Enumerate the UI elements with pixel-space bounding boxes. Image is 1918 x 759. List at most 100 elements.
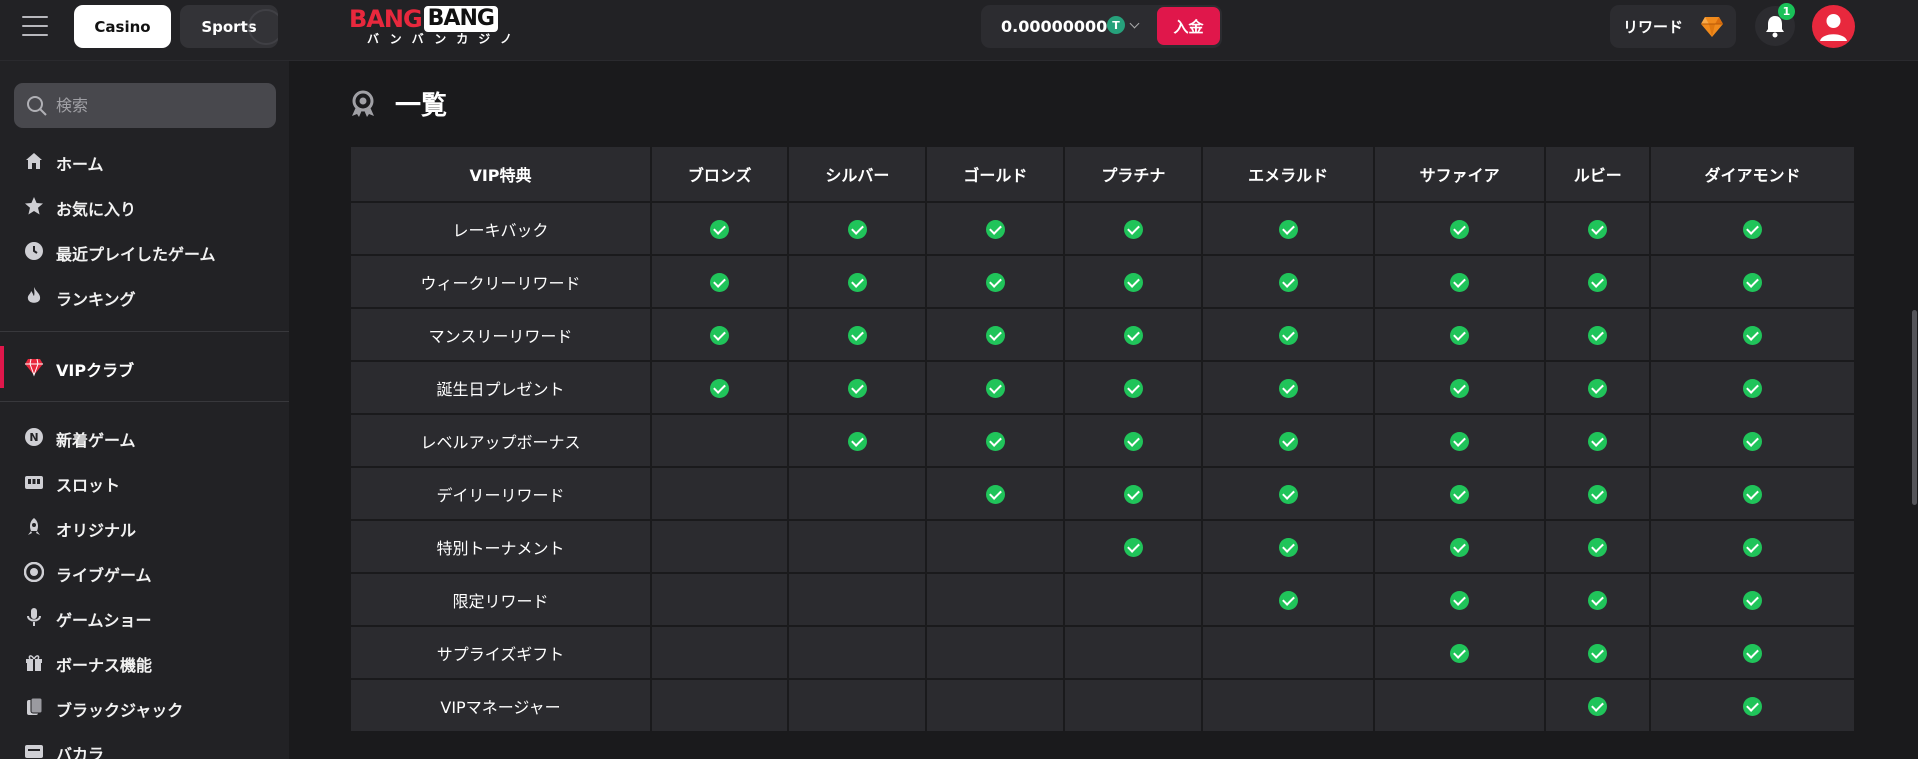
benefit-label: 限定リワード	[349, 572, 652, 627]
check-icon	[1742, 537, 1762, 557]
search-box[interactable]	[14, 83, 276, 128]
sidebar-item-baccarat[interactable]: バカラ	[0, 731, 289, 759]
tier-cell	[787, 572, 928, 627]
check-icon	[985, 272, 1005, 292]
sidebar-item-favorites[interactable]: お気に入り	[0, 186, 289, 226]
column-header-tier: ダイアモンド	[1648, 145, 1857, 203]
table-row: 限定リワード	[349, 572, 1857, 627]
tier-cell	[1201, 254, 1375, 309]
sidebar-item-blackjack[interactable]: ブラックジャック	[0, 687, 289, 727]
deposit-button[interactable]: 入金	[1157, 7, 1220, 45]
sidebar-item-slots[interactable]: スロット	[0, 462, 289, 502]
tier-cell	[787, 678, 928, 733]
sidebar-item-bonus-features[interactable]: ボーナス機能	[0, 642, 289, 682]
tier-cell	[1544, 307, 1651, 362]
column-header-tier: シルバー	[787, 145, 928, 203]
tier-cell	[1063, 678, 1204, 733]
scrollbar[interactable]	[1912, 310, 1917, 505]
logo[interactable]: BANG BANG バンバンカジノ	[349, 6, 530, 46]
check-icon	[1742, 643, 1762, 663]
tier-cell	[1372, 360, 1547, 415]
sidebar-item-vip-club[interactable]: VIPクラブ	[0, 347, 289, 387]
sidebar-item-originals[interactable]: オリジナル	[0, 507, 289, 547]
check-icon	[1742, 484, 1762, 504]
medal-icon	[352, 90, 374, 117]
tier-cell	[649, 254, 790, 309]
check-icon	[985, 484, 1005, 504]
tier-cell	[925, 413, 1066, 468]
check-icon	[847, 272, 867, 292]
sidebar-item-live-games[interactable]: ライブゲーム	[0, 552, 289, 592]
new-badge-icon: N	[25, 428, 43, 446]
sidebar-item-recent[interactable]: 最近プレイしたゲーム	[0, 231, 289, 271]
avatar[interactable]	[1812, 5, 1855, 48]
check-icon	[1278, 431, 1298, 451]
check-icon	[1450, 272, 1470, 292]
tier-cell	[1372, 254, 1547, 309]
tier-cell	[649, 201, 790, 256]
tier-cell	[925, 254, 1066, 309]
column-header-tier: プラチナ	[1063, 145, 1204, 203]
tab-casino[interactable]: Casino	[74, 5, 171, 48]
rocket-icon	[28, 518, 40, 535]
tier-cell	[1063, 201, 1204, 256]
benefit-label: マンスリーリワード	[349, 307, 652, 362]
tier-cell	[1648, 413, 1857, 468]
sidebar-item-label: VIPクラブ	[56, 361, 135, 380]
tier-cell	[1063, 254, 1204, 309]
table-row: ウィークリーリワード	[349, 254, 1857, 309]
sidebar-item-ranking[interactable]: ランキング	[0, 276, 289, 316]
logo-word-1: BANG	[349, 5, 423, 33]
check-icon	[1123, 272, 1143, 292]
tier-cell	[1648, 360, 1857, 415]
tier-cell	[925, 572, 1066, 627]
table-row: レーキバック	[349, 201, 1857, 256]
tier-cell	[1201, 519, 1375, 574]
check-icon	[1742, 325, 1762, 345]
check-icon	[1588, 431, 1608, 451]
reward-label: リワード	[1623, 18, 1684, 36]
tier-cell	[1648, 572, 1857, 627]
chip-icon	[24, 562, 44, 582]
tab-sports[interactable]: Sports	[180, 5, 278, 48]
sidebar-item-label: ホーム	[56, 155, 104, 174]
sidebar-item-label: ボーナス機能	[56, 656, 153, 675]
tier-cell	[1648, 201, 1857, 256]
tier-cell	[1648, 466, 1857, 521]
tier-cell	[1063, 519, 1204, 574]
check-icon	[1588, 325, 1608, 345]
check-icon	[1450, 431, 1470, 451]
tier-cell	[1372, 466, 1547, 521]
tier-cell	[925, 201, 1066, 256]
tier-cell	[1201, 572, 1375, 627]
check-icon	[1278, 378, 1298, 398]
table-header-row: VIP特典 ブロンズ シルバー ゴールド プラチナ エメラルド サファイア ルビー ダイアモンド	[349, 145, 1857, 203]
benefit-label: サプライズギフト	[349, 625, 652, 680]
tier-cell	[1372, 307, 1547, 362]
sidebar-item-home[interactable]: ホーム	[0, 141, 289, 181]
search-input[interactable]	[56, 83, 266, 128]
column-header-tier: サファイア	[1372, 145, 1547, 203]
tier-cell	[787, 413, 928, 468]
check-icon	[847, 219, 867, 239]
sidebar-item-new-games[interactable]: N 新着ゲーム	[0, 417, 289, 457]
table-row: レベルアップボーナス	[349, 413, 1857, 468]
tier-cell	[1372, 678, 1547, 733]
sidebar-item-game-show[interactable]: ゲームショー	[0, 597, 289, 637]
check-icon	[1588, 484, 1608, 504]
check-icon	[1742, 219, 1762, 239]
tier-cell	[787, 360, 928, 415]
tier-cell	[1648, 519, 1857, 574]
page-title: 一覧	[395, 91, 448, 121]
check-icon	[1450, 484, 1470, 504]
tier-cell	[1544, 413, 1651, 468]
reward-button[interactable]: リワード	[1610, 5, 1736, 48]
tier-cell	[1648, 254, 1857, 309]
tier-cell	[787, 201, 928, 256]
orange-diamond-icon	[1701, 17, 1723, 37]
benefit-label: VIPマネージャー	[349, 678, 652, 733]
table-row: デイリーリワード	[349, 466, 1857, 521]
tier-cell	[1648, 625, 1857, 680]
table-row: サプライズギフト	[349, 625, 1857, 680]
menu-icon[interactable]	[22, 16, 48, 36]
